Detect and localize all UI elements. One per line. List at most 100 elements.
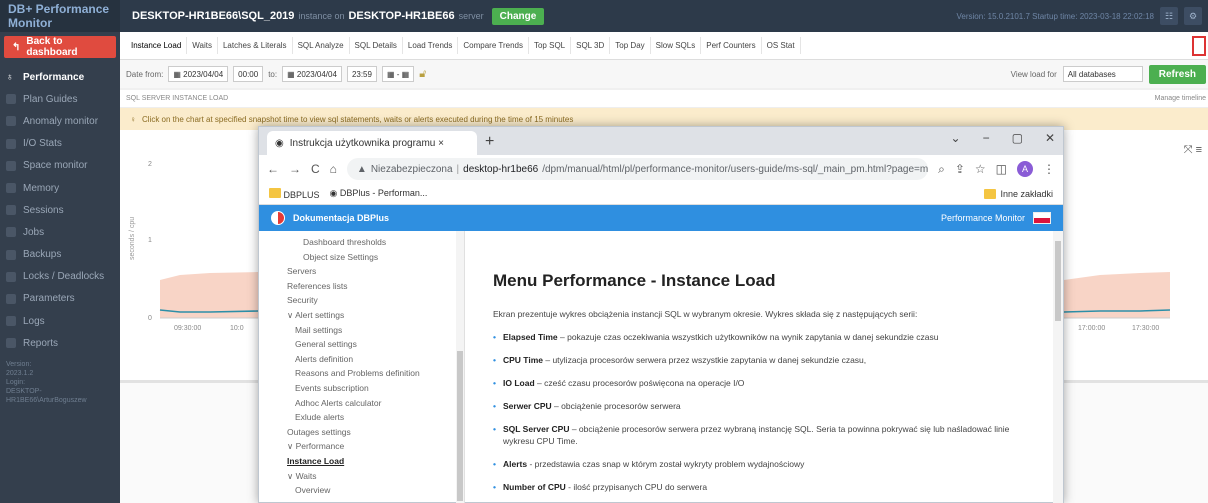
toc-item[interactable]: ∨ Performance [259, 439, 464, 454]
time-to-input[interactable]: 23:59 [346, 66, 377, 82]
toc-item[interactable]: Overview [259, 483, 464, 498]
browser-window[interactable]: ◉ Instrukcja użytkownika programu × + ⌄ … [258, 126, 1064, 503]
doc-title[interactable]: Dokumentacja DBPlus [293, 213, 389, 223]
tab-slow-sqls[interactable]: Slow SQLs [651, 37, 702, 54]
kebab-menu-icon[interactable]: ⋮ [1043, 162, 1055, 176]
sidebar: ↰ Back to dashboard ♁ Performance Plan Gui… [0, 32, 120, 503]
view-load-label: View load for [1010, 69, 1057, 79]
tab-instance-load[interactable]: Instance Load [126, 37, 188, 54]
expand-icon[interactable]: ⤧ [1184, 144, 1193, 156]
doc-product: Performance Monitor [940, 213, 1025, 223]
tab-sql-analyze[interactable]: SQL Analyze [293, 37, 350, 54]
content-scrollbar[interactable] [1053, 231, 1063, 503]
version-label: Version: [6, 361, 32, 369]
toc-item[interactable]: Reasons and Problems definition [259, 366, 464, 381]
home-icon[interactable]: ⌂ [330, 162, 337, 176]
toc-item[interactable]: Mail settings [259, 323, 464, 338]
browser-tab[interactable]: ◉ Instrukcja użytkownika programu × [267, 131, 477, 155]
back-label: Back to dashboard [26, 36, 78, 58]
toc-item[interactable]: General settings [259, 337, 464, 352]
date-to-input[interactable]: ▦ 2023/04/04 [282, 66, 342, 82]
back-to-dashboard-button[interactable]: ↰ Back to dashboard [4, 36, 116, 58]
toc-item[interactable]: Dashboard thresholds [259, 235, 464, 250]
toc-item[interactable]: Adhoc Alerts calculator [259, 396, 464, 411]
sidebar-item-plan-guides[interactable]: Plan Guides [0, 88, 120, 110]
maximize-button[interactable]: ▢ [1012, 131, 1023, 145]
tab-sql-details[interactable]: SQL Details [350, 37, 403, 54]
sidebar-item-logs[interactable]: Logs [0, 310, 120, 332]
tab-waits[interactable]: Waits [187, 37, 218, 54]
sidebar-item-performance[interactable]: ♁ Performance [0, 66, 120, 88]
sidebar-item-i-o-stats[interactable]: I/O Stats [0, 133, 120, 155]
toc-item[interactable]: Instance Load [259, 454, 464, 469]
sidebar-item-anomaly-monitor[interactable]: Anomaly monitor [0, 110, 120, 132]
toc-item[interactable]: Servers [259, 264, 464, 279]
toc-item[interactable]: Events subscription [259, 381, 464, 396]
time-from-input[interactable]: 00:00 [233, 66, 264, 82]
other-bookmarks-label: Inne zakładki [1000, 188, 1053, 199]
change-button[interactable]: Change [491, 7, 545, 25]
sidebar-item-label: I/O Stats [23, 138, 62, 150]
sidebar-item-sessions[interactable]: Sessions [0, 199, 120, 221]
close-button[interactable]: ✕ [1045, 131, 1055, 145]
tab-bar: Instance Load Waits Latches & Literals SQL … [120, 32, 1208, 60]
avatar[interactable]: A [1017, 161, 1033, 177]
url-bar[interactable]: ▲ Niezabezpieczona | desktop-hr1be66/dpm… [346, 158, 929, 180]
browser-tab-bar: ◉ Instrukcja użytkownika programu × + ⌄ … [259, 127, 1063, 155]
sidebar-item-reports[interactable]: Reports [0, 332, 120, 354]
toc-item[interactable]: Alerts definition [259, 352, 464, 367]
sidebar-item-memory[interactable]: Memory [0, 177, 120, 199]
back-arrow-icon: ↰ [12, 41, 21, 53]
sidebar-item-parameters[interactable]: Parameters [0, 288, 120, 310]
toc-scrollbar[interactable] [456, 231, 464, 503]
toc-item[interactable]: ∨ Alert settings [259, 308, 464, 323]
star-icon[interactable]: ☆ [975, 162, 986, 176]
tab-compare-trends[interactable]: Compare Trends [458, 37, 529, 54]
tab-perf-counters[interactable]: Perf Counters [701, 37, 762, 54]
toc-item[interactable]: Object size Settings [259, 250, 464, 265]
bookmark-dbplus-folder[interactable]: DBPLUS [269, 187, 320, 200]
reload-icon[interactable]: C [311, 162, 320, 176]
back-icon[interactable]: ← [267, 162, 279, 176]
content-scroll-thumb[interactable] [1055, 241, 1061, 321]
tab-load-trends[interactable]: Load Trends [403, 37, 459, 54]
sidebar-item-locks-deadlocks[interactable]: Locks / Deadlocks [0, 266, 120, 288]
grid-icon[interactable]: ☷ [1160, 7, 1178, 25]
manage-timeline-link[interactable]: Manage timeline [1155, 95, 1208, 102]
tab-top-day[interactable]: Top Day [610, 37, 651, 54]
minimize-button[interactable]: − [983, 131, 990, 145]
tab-top-sql[interactable]: Top SQL [529, 37, 572, 54]
share-icon[interactable]: ⇪ [955, 162, 965, 176]
menu-icon[interactable]: ≡ [1196, 144, 1202, 156]
sidebar-item-space-monitor[interactable]: Space monitor [0, 155, 120, 177]
polish-flag-icon[interactable] [1033, 212, 1051, 224]
new-tab-button[interactable]: + [485, 133, 494, 151]
date-range-picker[interactable]: ▦ - ▦ [381, 66, 415, 82]
app-brand[interactable]: DB+ Performance Monitor [0, 0, 120, 32]
tab-sql-3d[interactable]: SQL 3D [571, 37, 611, 54]
toc-item[interactable]: Exlude alerts [259, 410, 464, 425]
tab-latches-literals[interactable]: Latches & Literals [218, 37, 293, 54]
lock-icon[interactable]: 🔓︎ [419, 68, 426, 81]
bookmark-dbplus-pm[interactable]: ◉ DBPlus - Performan... [330, 188, 428, 199]
series-list-item: Elapsed Time – pokazuje czas oczekiwania… [493, 331, 1039, 343]
kebab-menu-icon[interactable] [1192, 35, 1206, 56]
toc-item[interactable]: Security [259, 293, 464, 308]
sidepanel-icon[interactable]: ◫ [996, 162, 1007, 176]
toc-item[interactable]: References lists [259, 279, 464, 294]
sidebar-item-backups[interactable]: Backups [0, 244, 120, 266]
refresh-button[interactable]: Refresh [1148, 64, 1206, 84]
tab-os-stat[interactable]: OS Stat [762, 37, 801, 54]
forward-icon[interactable]: → [289, 162, 301, 176]
toc-item[interactable]: ∨ Waits [259, 469, 464, 484]
date-from-input[interactable]: ▦ 2023/04/04 [168, 66, 229, 82]
toc-item[interactable]: Outages settings [259, 425, 464, 440]
toc-scroll-thumb[interactable] [457, 351, 463, 501]
zoom-icon[interactable]: ⌕ [938, 162, 945, 177]
tab-search-icon[interactable]: ⌄ [951, 131, 961, 145]
database-select[interactable]: All databases [1062, 66, 1143, 82]
settings-icon[interactable]: ⚙ [1184, 7, 1202, 25]
sidebar-item-jobs[interactable]: Jobs [0, 221, 120, 243]
other-bookmarks[interactable]: Inne zakładki [984, 188, 1053, 199]
address-row: ← → C ⌂ ▲ Niezabezpieczona | desktop-hr1… [259, 155, 1063, 183]
